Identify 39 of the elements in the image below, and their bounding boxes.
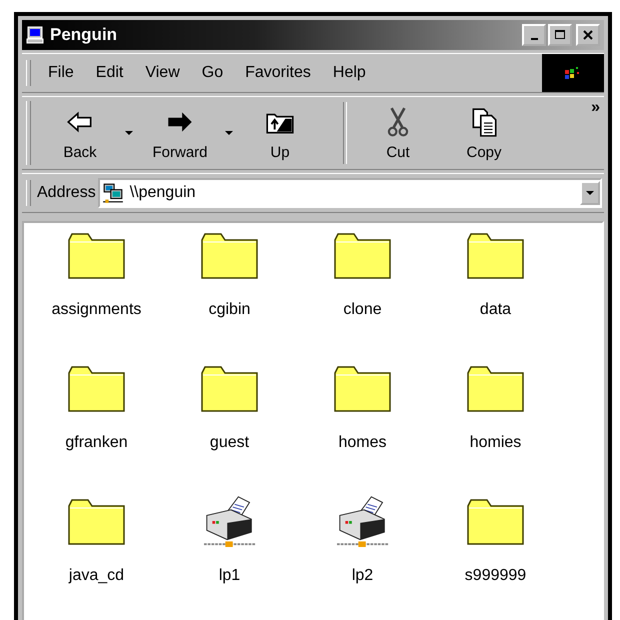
minimize-button[interactable] — [522, 24, 546, 46]
window-title: Penguin — [50, 25, 118, 45]
menu-item[interactable]: File — [37, 62, 85, 84]
more-button[interactable]: » — [587, 99, 604, 117]
menu-item[interactable]: View — [134, 62, 191, 84]
close-icon — [582, 29, 594, 41]
forward-button[interactable]: Forward — [137, 106, 223, 160]
item-label[interactable]: java_cd — [68, 567, 124, 585]
computer-icon — [26, 26, 44, 44]
dropdown-button[interactable] — [580, 181, 600, 205]
menu-item[interactable]: Help — [322, 62, 377, 84]
item-label[interactable]: lp2 — [352, 567, 374, 585]
item-label[interactable]: s999999 — [464, 567, 526, 585]
menu-item[interactable]: Go — [190, 62, 234, 84]
item-label[interactable]: homies — [470, 434, 522, 452]
cut-button[interactable]: Cut — [355, 106, 441, 160]
up-button[interactable]: Up — [237, 106, 323, 160]
item-label[interactable]: data — [480, 301, 512, 319]
close-button[interactable] — [576, 24, 600, 46]
dropdown-caret-icon[interactable] — [225, 131, 233, 135]
item-label[interactable]: cgibin — [208, 301, 250, 319]
item-label[interactable]: lp1 — [218, 567, 240, 585]
item-label[interactable]: assignments — [52, 301, 142, 319]
minimize-icon — [530, 38, 538, 40]
item-label[interactable]: clone — [343, 301, 382, 319]
item-label[interactable]: gfranken — [65, 434, 128, 452]
menu-item[interactable]: Edit — [84, 62, 134, 84]
maximize-button[interactable] — [548, 24, 572, 46]
back-button[interactable]: Back — [37, 106, 123, 160]
caret-icon — [586, 191, 594, 195]
maximize-icon — [554, 29, 566, 41]
item-label[interactable]: guest — [210, 434, 250, 452]
item-label[interactable]: homes — [338, 434, 387, 452]
network-computer-icon — [102, 182, 124, 204]
address-label: Address — [37, 184, 96, 202]
copy-button[interactable]: Copy — [441, 106, 527, 160]
menu-item[interactable]: Favorites — [234, 62, 322, 84]
dropdown-caret-icon[interactable] — [125, 131, 133, 135]
address-field[interactable]: \\penguin — [98, 178, 602, 208]
